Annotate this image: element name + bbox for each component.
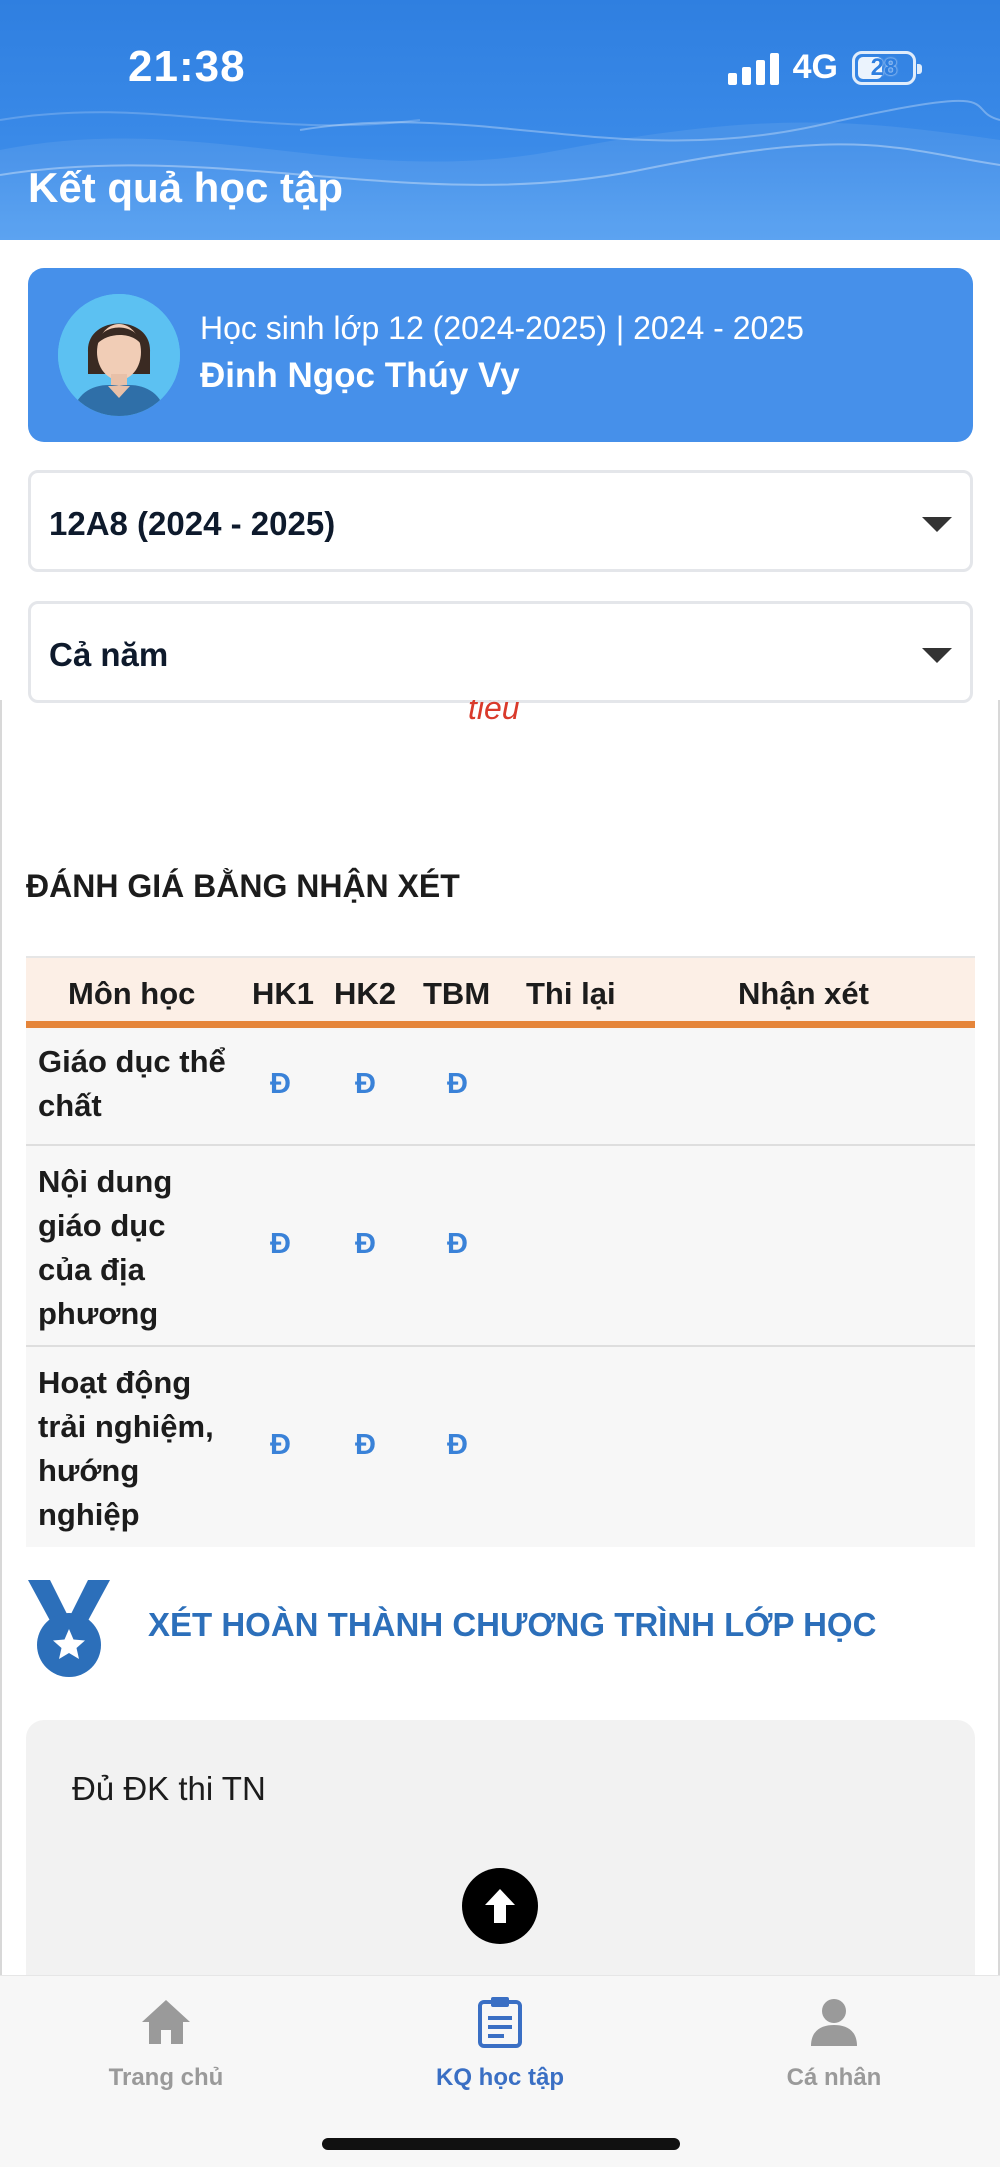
- home-icon: [142, 2000, 190, 2044]
- completion-title: XÉT HOÀN THÀNH CHƯƠNG TRÌNH LỚP HỌC: [148, 1606, 877, 1643]
- medal-icon: [28, 1580, 110, 1677]
- clipboard-icon: [478, 1997, 522, 2048]
- row-subject: Hoạt động trải nghiệm, hướng nghiệp: [38, 1365, 214, 1532]
- chevron-down-icon: [922, 517, 952, 532]
- term-select[interactable]: Cả năm: [28, 601, 973, 703]
- home-indicator: [322, 2138, 680, 2150]
- signal-icon: [727, 51, 779, 85]
- table-row: Hoạt động trải nghiệm, hướng nghiệp Đ Đ …: [26, 1347, 975, 1547]
- header-retake: Thi lại: [526, 976, 616, 1011]
- nav-item-results[interactable]: KQ học tập: [390, 1994, 610, 2092]
- app-header: 21:38 4G 28 Kết quả học tập: [0, 0, 1000, 240]
- table-header: Môn học HK1 HK2 TBM Thi lại Nhận xét: [26, 956, 975, 1028]
- nav-item-home[interactable]: Trang chủ: [56, 1994, 276, 2092]
- row-subject: Giáo dục thể chất: [38, 1044, 226, 1123]
- table-row: Giáo dục thể chất Đ Đ Đ: [26, 1028, 975, 1146]
- section-title-comment-evaluation: ĐÁNH GIÁ BẰNG NHẬN XÉT: [26, 868, 460, 904]
- row-tbm: Đ: [447, 1429, 468, 1461]
- completion-result-box: Đủ ĐK thi TN: [26, 1720, 975, 1975]
- student-class-year: Học sinh lớp 12 (2024-2025) | 2024 - 202…: [200, 310, 804, 346]
- clipped-text: tiêu: [468, 700, 520, 726]
- page-title: Kết quả học tập: [28, 164, 344, 211]
- header-tbm: TBM: [423, 976, 491, 1011]
- row-tbm: Đ: [447, 1068, 468, 1100]
- row-subject: Nội dung giáo dục của địa phương: [38, 1164, 173, 1331]
- student-name: Đinh Ngọc Thúy Vy: [200, 356, 520, 395]
- class-select-value: 12A8 (2024 - 2025): [49, 505, 336, 542]
- row-hk2: Đ: [355, 1429, 376, 1461]
- row-hk2: Đ: [355, 1228, 376, 1260]
- comment-evaluation-table: Môn học HK1 HK2 TBM Thi lại Nhận xét Giá…: [26, 956, 975, 1547]
- completion-result: Đủ ĐK thi TN: [72, 1770, 266, 1807]
- chevron-down-icon: [922, 648, 952, 663]
- table-row: Nội dung giáo dục của địa phương Đ Đ Đ: [26, 1146, 975, 1347]
- network-label: 4G: [792, 48, 838, 86]
- row-hk1: Đ: [270, 1429, 291, 1461]
- row-hk1: Đ: [270, 1228, 291, 1260]
- header-subject: Môn học: [68, 976, 196, 1011]
- student-card: Học sinh lớp 12 (2024-2025) | 2024 - 202…: [28, 268, 973, 442]
- avatar: [58, 294, 180, 416]
- header-comment: Nhận xét: [738, 976, 869, 1011]
- battery-level: 28: [870, 53, 898, 81]
- term-select-value: Cả năm: [49, 636, 169, 673]
- battery-icon: 28: [852, 50, 922, 85]
- nav-label-home: Trang chủ: [108, 2064, 224, 2091]
- nav-label-results: KQ học tập: [435, 2064, 564, 2091]
- header-hk1: HK1: [252, 976, 315, 1011]
- scroll-to-top-button[interactable]: [462, 1868, 538, 1944]
- nav-label-profile: Cá nhân: [786, 2064, 882, 2091]
- class-select[interactable]: 12A8 (2024 - 2025): [28, 470, 973, 572]
- status-time: 21:38: [128, 42, 246, 91]
- results-scroll-area[interactable]: tiêu ĐÁNH GIÁ BẰNG NHẬN XÉT Môn học HK1 …: [0, 700, 1000, 1975]
- row-hk2: Đ: [355, 1068, 376, 1100]
- row-hk1: Đ: [270, 1068, 291, 1100]
- arrow-up-icon: [485, 1889, 515, 1923]
- header-hk2: HK2: [334, 976, 397, 1011]
- row-tbm: Đ: [447, 1228, 468, 1260]
- status-indicators: 4G 28: [727, 48, 922, 87]
- person-icon: [811, 1999, 857, 2046]
- nav-item-profile[interactable]: Cá nhân: [724, 1994, 944, 2092]
